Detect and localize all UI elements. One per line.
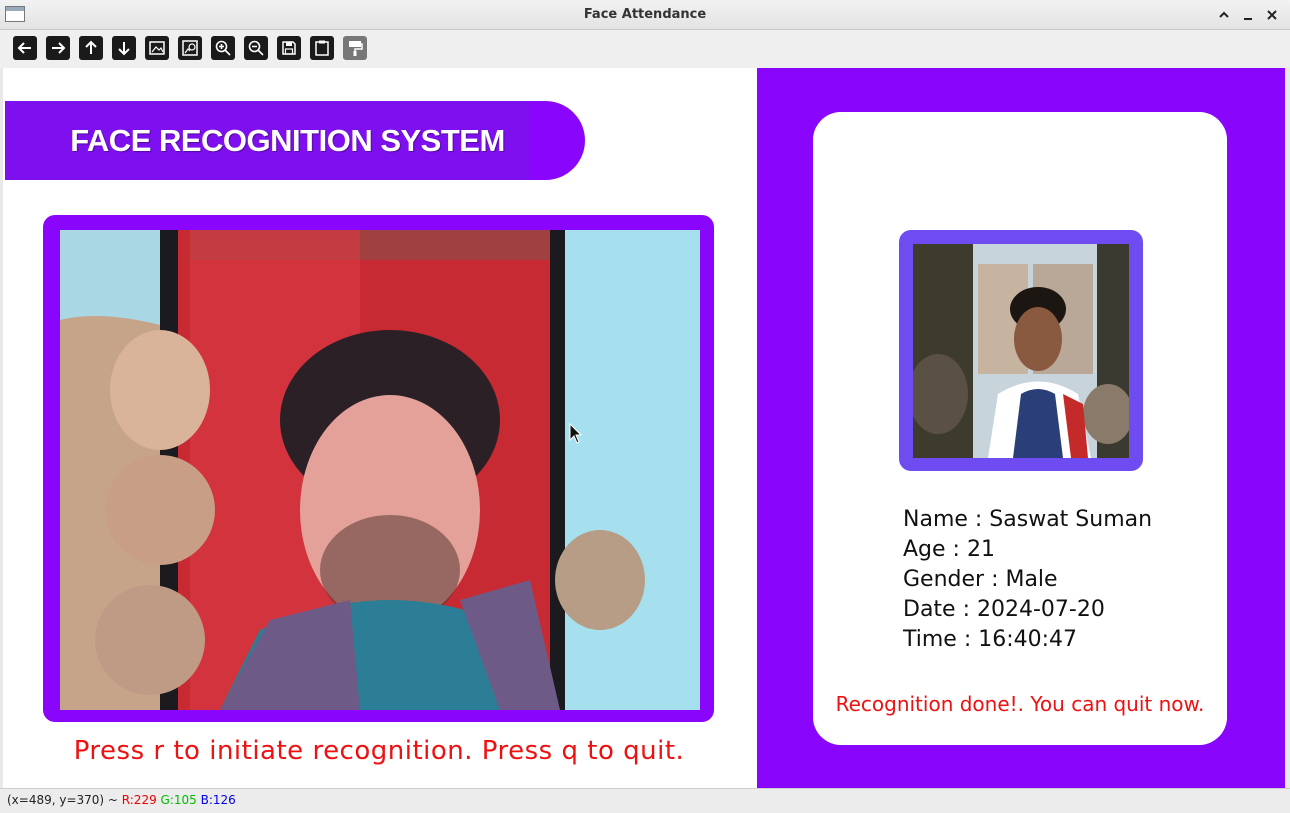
- save-icon: [282, 41, 296, 55]
- pixel-red-value: R:229: [121, 793, 157, 807]
- arrow-down-icon: [118, 42, 130, 56]
- camera-frame: [43, 215, 714, 722]
- title-bar: Face Attendance: [0, 0, 1290, 30]
- pan-down-button[interactable]: [112, 36, 136, 60]
- student-gender: Gender : Male: [903, 567, 1058, 592]
- zoom-image-button[interactable]: [145, 36, 169, 60]
- pan-right-button[interactable]: [46, 36, 70, 60]
- zoom-in-icon: [215, 40, 231, 56]
- pan-left-button[interactable]: [13, 36, 37, 60]
- attendance-panel: Name : Saswat Suman Age : 21 Gender : Ma…: [757, 68, 1285, 788]
- close-icon[interactable]: [1262, 5, 1282, 25]
- attendance-time: Time : 16:40:47: [903, 627, 1078, 652]
- window-controls: [1214, 5, 1282, 25]
- window-title: Face Attendance: [583, 7, 707, 22]
- student-info: Name : Saswat Suman Age : 21 Gender : Ma…: [903, 505, 1152, 655]
- student-name: Name : Saswat Suman: [903, 507, 1153, 532]
- zoom-out-icon: [248, 40, 264, 56]
- pixel-green-value: G:105: [160, 793, 197, 807]
- copy-clipboard-button[interactable]: [310, 36, 334, 60]
- pixel-blue-value: B:126: [200, 793, 236, 807]
- cursor-coords: (x=489, y=370) ~: [7, 793, 122, 807]
- recognition-status: Recognition done!. You can quit now.: [835, 692, 1205, 716]
- instruction-text: Press r to initiate recognition. Press q…: [73, 736, 685, 766]
- attendance-date: Date : 2024-07-20: [903, 597, 1105, 622]
- camera-feed: [60, 230, 700, 710]
- zoom-out-button[interactable]: [244, 36, 268, 60]
- student-card: Name : Saswat Suman Age : 21 Gender : Ma…: [813, 112, 1227, 745]
- paint-roller-icon: [349, 41, 363, 56]
- student-photo-image: [913, 244, 1129, 458]
- save-button[interactable]: [277, 36, 301, 60]
- page-title: FACE RECOGNITION SYSTEM: [70, 123, 505, 158]
- clipboard-icon: [315, 40, 329, 56]
- properties-button[interactable]: [343, 36, 367, 60]
- header-banner: FACE RECOGNITION SYSTEM: [5, 101, 585, 180]
- camera-feed-image: [60, 230, 700, 710]
- image-icon: [149, 41, 165, 55]
- minimize-icon[interactable]: [1238, 5, 1258, 25]
- toolbar: [0, 30, 1290, 68]
- image-zoom-icon: [182, 40, 198, 56]
- zoom-in-button[interactable]: [211, 36, 235, 60]
- student-age: Age : 21: [903, 537, 995, 562]
- maximize-icon[interactable]: [1214, 5, 1234, 25]
- pan-up-button[interactable]: [79, 36, 103, 60]
- image-canvas[interactable]: FACE RECOGNITION SYSTEM Press r to initi…: [3, 68, 1285, 788]
- arrow-up-icon: [85, 40, 97, 54]
- mouse-cursor-icon: [569, 423, 583, 444]
- arrow-left-icon: [17, 42, 31, 54]
- arrow-right-icon: [52, 42, 66, 54]
- status-bar: (x=489, y=370) ~ R:229 G:105 B:126: [0, 788, 1290, 813]
- student-photo: [913, 244, 1129, 458]
- zoom-fit-button[interactable]: [178, 36, 202, 60]
- student-photo-frame: [899, 230, 1143, 471]
